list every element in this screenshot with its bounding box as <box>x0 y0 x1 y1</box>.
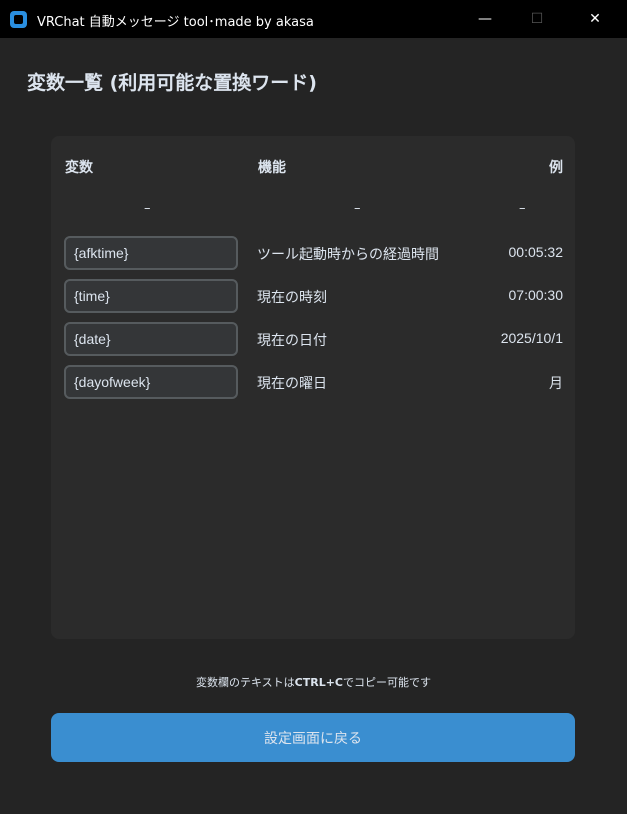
variable-field[interactable] <box>64 236 238 270</box>
minimize-button[interactable]: — <box>462 0 508 38</box>
hint-text: でコピー可能です <box>343 676 432 689</box>
hint-text: 変数欄のテキストは <box>195 676 295 689</box>
variable-field[interactable] <box>64 322 238 356</box>
table-row: 現在の曜日 月 <box>51 365 575 399</box>
back-to-settings-button[interactable]: 設定画面に戻る <box>51 713 575 762</box>
example-text: 00:05:32 <box>508 244 564 260</box>
maximize-button[interactable]: ☐ <box>514 0 560 38</box>
table-row: ツール起動時からの経過時間 00:05:32 <box>51 236 575 270</box>
example-text: 07:00:30 <box>508 287 564 303</box>
close-button[interactable]: ✕ <box>572 0 618 38</box>
function-text: 現在の時刻 <box>257 290 327 306</box>
example-text: 2025/10/1 <box>500 330 563 346</box>
copy-hint: 変数欄のテキストはCTRL+Cでコピー可能です <box>0 674 627 690</box>
table-row: 現在の時刻 07:00:30 <box>51 279 575 313</box>
page-title: 変数一覧 (利用可能な置換ワード) <box>27 72 317 94</box>
separator-dash: – <box>144 201 151 216</box>
function-text: 現在の曜日 <box>257 376 327 392</box>
client-area: 変数一覧 (利用可能な置換ワード) 変数 機能 例 – – – ツール起動時から… <box>0 38 627 814</box>
variables-panel: 変数 機能 例 – – – ツール起動時からの経過時間 00:05:32 現在の… <box>51 136 575 639</box>
header-variable: 変数 <box>65 160 93 176</box>
separator-dash: – <box>354 201 361 216</box>
header-function: 機能 <box>258 160 286 176</box>
variable-field[interactable] <box>64 279 238 313</box>
separator-dash: – <box>519 201 526 216</box>
example-text: 月 <box>549 375 563 391</box>
window-title: VRChat 自動メッセージ tool･made by akasa <box>37 15 314 30</box>
hint-shortcut: CTRL+C <box>294 676 344 689</box>
function-text: 現在の日付 <box>257 333 327 349</box>
function-text: ツール起動時からの経過時間 <box>257 247 439 263</box>
header-example: 例 <box>549 160 563 176</box>
variable-field[interactable] <box>64 365 238 399</box>
app-icon <box>10 11 27 28</box>
table-row: 現在の日付 2025/10/1 <box>51 322 575 356</box>
title-bar: VRChat 自動メッセージ tool･made by akasa — ☐ ✕ <box>0 0 627 38</box>
